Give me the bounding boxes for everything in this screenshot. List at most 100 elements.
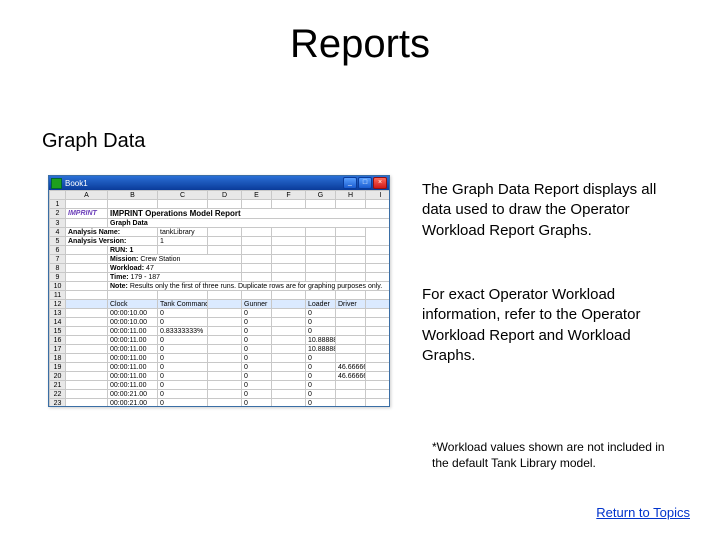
close-button[interactable]: × [373, 177, 387, 189]
column-header: I [366, 191, 391, 200]
row-number: 20 [50, 372, 66, 381]
spreadsheet-screenshot: Book1 _ □ × ABCDEFGHI12IMPRINTIMPRINT Op… [48, 175, 390, 407]
cell [336, 273, 366, 282]
cell [366, 273, 391, 282]
cell: 0.83333333% [158, 327, 208, 336]
cell [306, 246, 336, 255]
row-number: 15 [50, 327, 66, 336]
cell [242, 255, 272, 264]
cell [208, 291, 242, 300]
cell: Time: 179 - 187 [108, 273, 242, 282]
cell [306, 273, 336, 282]
cell: 0 [158, 354, 208, 363]
cell: 0 [158, 345, 208, 354]
cell [66, 264, 108, 273]
cell [336, 237, 366, 246]
cell: 00:00:11.00 [108, 372, 158, 381]
row-number: 13 [50, 309, 66, 318]
cell [108, 200, 158, 209]
cell: 0 [306, 390, 336, 399]
row-number: 1 [50, 200, 66, 209]
cell [208, 372, 242, 381]
cell [366, 291, 391, 300]
cell [66, 372, 108, 381]
cell: Mission: Crew Station [108, 255, 242, 264]
cell [336, 390, 366, 399]
cell [158, 291, 208, 300]
row-number: 18 [50, 354, 66, 363]
body-paragraph-2: For exact Operator Workload information,… [422, 285, 682, 366]
cell: Graph Data [108, 219, 391, 228]
cell: 00:00:10.00 [108, 309, 158, 318]
cell [66, 381, 108, 390]
cell: 0 [242, 390, 272, 399]
return-to-topics-link[interactable]: Return to Topics [596, 505, 690, 520]
cell [336, 318, 366, 327]
cell: 0 [306, 363, 336, 372]
maximize-button[interactable]: □ [358, 177, 372, 189]
cell [366, 354, 391, 363]
cell: Driver [336, 300, 366, 309]
cell: 0 [306, 399, 336, 408]
cell: 0 [242, 381, 272, 390]
cell [208, 354, 242, 363]
cell: 0 [242, 354, 272, 363]
column-header: F [272, 191, 306, 200]
cell [208, 390, 242, 399]
cell [272, 309, 306, 318]
cell [366, 309, 391, 318]
row-number: 5 [50, 237, 66, 246]
cell [272, 381, 306, 390]
cell [242, 273, 272, 282]
cell [272, 327, 306, 336]
cell [272, 354, 306, 363]
cell: 0 [158, 309, 208, 318]
cell [366, 300, 391, 309]
cell: 0 [242, 372, 272, 381]
cell: tankLibrary [158, 228, 208, 237]
row-number: 10 [50, 282, 66, 291]
cell [366, 363, 391, 372]
row-number: 4 [50, 228, 66, 237]
cell: 00:00:11.00 [108, 363, 158, 372]
cell: 0 [158, 318, 208, 327]
cell: 0 [158, 336, 208, 345]
cell [208, 381, 242, 390]
cell [336, 255, 366, 264]
cell [366, 336, 391, 345]
cell [306, 291, 336, 300]
cell [336, 264, 366, 273]
cell: 0 [306, 354, 336, 363]
cell [366, 390, 391, 399]
cell [336, 246, 366, 255]
cell [66, 300, 108, 309]
column-header: H [336, 191, 366, 200]
cell [336, 200, 366, 209]
cell [272, 291, 306, 300]
column-header: B [108, 191, 158, 200]
cell: 46.6666666 [336, 372, 366, 381]
cell: 0 [242, 345, 272, 354]
cell [306, 264, 336, 273]
cell: Analysis Name: [66, 228, 158, 237]
cell [366, 264, 391, 273]
column-header: G [306, 191, 336, 200]
excel-icon [51, 178, 62, 189]
row-number: 17 [50, 345, 66, 354]
cell [208, 246, 242, 255]
cell [366, 318, 391, 327]
minimize-button[interactable]: _ [343, 177, 357, 189]
cell [366, 399, 391, 408]
cell: Note: Results only the first of three ru… [108, 282, 391, 291]
cell [66, 309, 108, 318]
cell [336, 345, 366, 354]
window-title: Book1 [65, 179, 88, 188]
cell: 00:00:11.00 [108, 345, 158, 354]
cell: 46.6666666 [336, 363, 366, 372]
cell [66, 345, 108, 354]
cell [208, 363, 242, 372]
cell [66, 399, 108, 408]
cell: 0 [306, 318, 336, 327]
cell [272, 273, 306, 282]
cell [66, 291, 108, 300]
